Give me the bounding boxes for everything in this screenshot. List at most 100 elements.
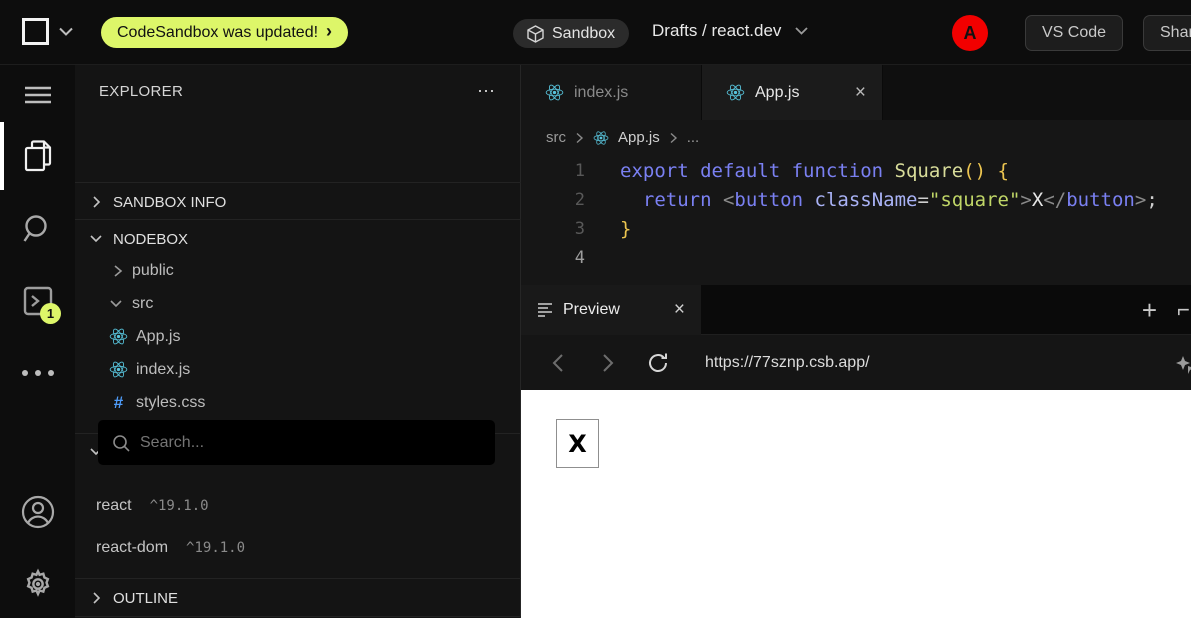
search-icon (112, 434, 130, 452)
project-breadcrumb-label: Drafts / react.dev (652, 21, 781, 41)
tab-app-js[interactable]: App.js × (702, 65, 883, 120)
section-label: OUTLINE (113, 590, 178, 607)
vs-code-button[interactable]: VS Code (1025, 15, 1123, 51)
chevron-down-icon[interactable] (795, 27, 808, 35)
sparkle-cursor-icon[interactable] (1175, 355, 1191, 375)
account-icon (21, 495, 55, 529)
folder-src[interactable]: src (75, 287, 521, 320)
more-views-button[interactable] (0, 348, 75, 398)
section-label: NODEBOX (113, 231, 188, 248)
code-line-3[interactable]: 3 } (521, 215, 1191, 244)
preview-viewport[interactable]: X (521, 390, 1191, 618)
project-breadcrumb[interactable]: Drafts / react.dev (652, 21, 808, 41)
react-file-icon (593, 130, 609, 146)
chevron-down-icon (108, 297, 124, 311)
close-preview-icon[interactable]: × (674, 299, 685, 321)
dependency-search-input[interactable]: Search... (98, 420, 495, 465)
tab-index-js[interactable]: index.js (521, 65, 702, 120)
react-file-icon (726, 83, 745, 102)
refresh-button[interactable] (633, 352, 683, 374)
gear-icon (22, 568, 54, 600)
file-index-js[interactable]: index.js (75, 353, 521, 386)
add-preview-icon[interactable]: + (1142, 295, 1157, 326)
code-line-1[interactable]: 1 export default function Square() { (521, 157, 1191, 186)
folder-public[interactable]: public (75, 254, 521, 287)
preview-tab[interactable]: Preview × (521, 285, 701, 335)
code-token: > (1020, 189, 1031, 211)
chevron-right-icon (85, 195, 107, 209)
editor-breadcrumb[interactable]: src App.js ... (521, 120, 1191, 155)
chevron-right-icon (602, 353, 614, 373)
avatar[interactable]: A (952, 15, 988, 51)
code-token: () { (963, 160, 1009, 182)
update-banner-label: CodeSandbox was updated! (117, 24, 318, 42)
terminal-view-button[interactable]: 1 (0, 276, 75, 326)
share-button[interactable]: Share (1143, 15, 1191, 51)
chevron-down-icon[interactable] (59, 27, 73, 36)
code-token: </ (1043, 189, 1066, 211)
section-sandbox-info[interactable]: SANDBOX INFO (75, 184, 521, 220)
refresh-icon (647, 352, 669, 374)
dependency-row-react-dom[interactable]: react-dom ^19.1.0 (75, 531, 521, 564)
codesandbox-logo-icon[interactable] (22, 18, 49, 45)
file-app-js[interactable]: App.js (75, 320, 521, 353)
terminal-badge: 1 (40, 303, 61, 324)
explorer-title: EXPLORER (99, 83, 183, 100)
search-icon (23, 214, 53, 244)
breadcrumb-more[interactable]: ... (687, 129, 700, 146)
vs-code-button-label: VS Code (1042, 24, 1106, 42)
dependency-name: react (96, 497, 132, 515)
sandbox-badge-label: Sandbox (552, 25, 615, 43)
update-banner-button[interactable]: CodeSandbox was updated! › (101, 17, 348, 48)
back-button[interactable] (533, 353, 583, 373)
dependency-version: ^19.1.0 (186, 540, 245, 556)
section-label: SANDBOX INFO (113, 194, 226, 211)
code-token: = (917, 189, 928, 211)
react-file-icon (109, 360, 128, 379)
code-editor[interactable]: 1 export default function Square() { 2 r… (521, 155, 1191, 285)
explorer-view-button[interactable] (0, 131, 75, 181)
code-token: < (723, 189, 734, 211)
explorer-more-icon[interactable]: ⋯ (477, 81, 497, 102)
dependency-row-react[interactable]: react ^19.1.0 (75, 489, 521, 522)
explorer-sidebar: EXPLORER ⋯ SANDBOX INFO NODEBOX public s… (75, 65, 521, 618)
preview-url[interactable]: https://77sznp.csb.app/ (705, 354, 870, 372)
forward-button[interactable] (583, 353, 633, 373)
dependency-name: react-dom (96, 539, 168, 557)
code-token: ; (1146, 189, 1157, 211)
preview-tab-label: Preview (563, 301, 620, 319)
open-devtool-icon[interactable]: ⌐ (1177, 297, 1189, 323)
breadcrumb-dir[interactable]: src (546, 129, 566, 146)
code-token: > (1135, 189, 1146, 211)
line-number: 3 (521, 215, 585, 244)
app-logo-group[interactable] (22, 18, 73, 45)
preview-list-icon (537, 302, 553, 318)
cube-icon (527, 25, 544, 43)
code-token: X (1032, 189, 1043, 211)
code-token: "square" (929, 189, 1021, 211)
sandbox-badge[interactable]: Sandbox (513, 19, 629, 48)
line-number: 2 (521, 186, 585, 215)
settings-button[interactable] (0, 559, 75, 609)
section-outline[interactable]: OUTLINE (75, 580, 521, 616)
top-bar: CodeSandbox was updated! › Sandbox Draft… (0, 0, 1191, 65)
menu-button[interactable] (0, 70, 75, 120)
search-view-button[interactable] (0, 204, 75, 254)
file-styles-css[interactable]: # styles.css (75, 386, 521, 419)
css-file-icon: # (109, 393, 128, 413)
code-token (803, 189, 814, 211)
code-line-4[interactable]: 4 (521, 244, 1191, 273)
preview-nav-bar: https://77sznp.csb.app/ (521, 335, 1191, 390)
account-button[interactable] (0, 487, 75, 537)
chevron-left-icon (552, 353, 564, 373)
code-token: Square (895, 160, 964, 182)
tab-label: App.js (755, 84, 799, 102)
breadcrumb-file[interactable]: App.js (618, 129, 660, 146)
code-token: return (620, 189, 723, 211)
line-number: 1 (521, 157, 585, 186)
square-button[interactable]: X (556, 419, 599, 468)
ellipsis-icon (21, 370, 55, 376)
section-nodebox[interactable]: NODEBOX (75, 221, 521, 257)
code-line-2[interactable]: 2 return <button className="square">X</b… (521, 186, 1191, 215)
close-tab-icon[interactable]: × (855, 82, 866, 104)
